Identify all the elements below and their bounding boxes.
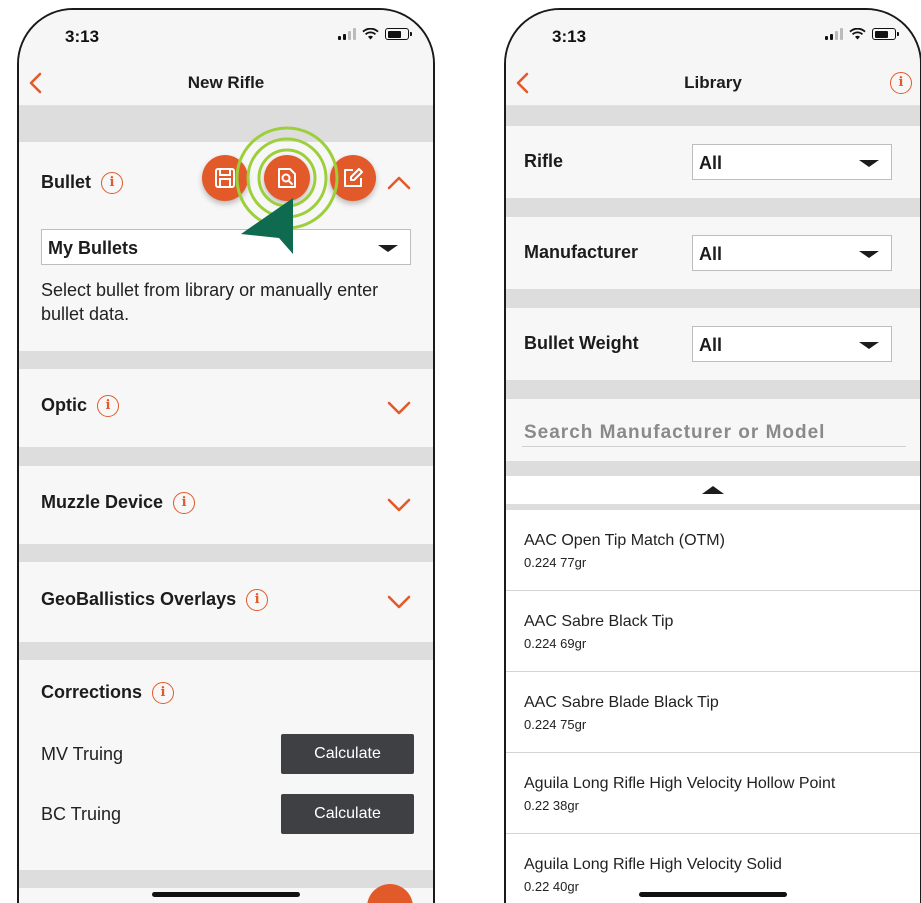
list-item[interactable]: AAC Sabre Black Tip 0.224 69gr [506,591,920,672]
dropdown-arrow-icon [859,160,879,167]
item-detail: 0.22 40gr [524,879,579,894]
search-underline [522,446,906,447]
dropdown-value: All [699,335,723,355]
wifi-icon [362,28,379,40]
status-icons [338,28,412,40]
corrections-heading: Corrections i [41,682,175,705]
item-detail: 0.22 38gr [524,798,579,813]
pointer-cursor-icon [241,198,293,254]
status-bar: 3:13 [506,10,920,60]
item-name: AAC Sabre Blade Black Tip [524,694,719,711]
muzzle-title: Muzzle Device [41,492,164,512]
muzzle-device-section[interactable]: Muzzle Device i [19,466,433,544]
list-item[interactable]: Aguila Long Rifle High Velocity Hollow P… [506,753,920,834]
nav-bar: New Rifle [19,60,433,106]
page-title: New Rifle [187,73,265,92]
library-content: Rifle All Manufacturer All Bullet Weight… [506,106,920,903]
battery-icon [872,28,899,40]
item-name: Aguila Long Rifle High Velocity Hollow P… [524,775,836,792]
chevron-down-icon[interactable] [387,498,411,512]
rifle-filter-row: Rifle All [506,126,920,198]
chevron-down-icon[interactable] [387,401,411,415]
info-icon[interactable]: i [97,395,120,418]
status-bar: 3:13 [19,10,433,60]
item-name: AAC Sabre Black Tip [524,613,674,630]
chevron-down-icon[interactable] [387,595,411,609]
overlays-title: GeoBallistics Overlays [41,589,237,609]
status-icons [825,28,899,40]
bullet-heading: Bullet i [41,172,124,195]
floating-action-button[interactable] [367,884,413,903]
page-title: Library [684,73,742,92]
manufacturer-filter-label: Manufacturer [524,242,639,262]
collapse-arrow-icon [702,486,724,494]
info-icon[interactable]: i [173,492,196,515]
corrections-section: Corrections i MV Truing Calculate BC Trui… [19,660,433,870]
optic-title: Optic [41,395,88,415]
bullet-weight-filter-row: Bullet Weight All [506,308,920,380]
home-indicator [152,892,300,897]
signal-icon [338,28,356,40]
info-icon[interactable]: i [152,682,175,705]
info-icon[interactable]: i [890,72,912,94]
bullet-source-dropdown[interactable]: My Bullets [41,229,411,265]
dropdown-value: All [699,244,723,264]
mv-truing-label: MV Truing [41,744,124,764]
battery-icon [385,28,412,40]
manufacturer-filter-row: Manufacturer All [506,217,920,289]
signal-icon [825,28,843,40]
status-time: 3:13 [552,27,587,46]
item-detail: 0.224 77gr [524,555,587,570]
wifi-icon [849,28,866,40]
dropdown-arrow-icon [378,245,398,252]
new-rifle-screen: 3:13 New Rifle Bullet i My Bullets Selec… [17,8,435,903]
dropdown-arrow-icon [859,342,879,349]
dropdown-value: My Bullets [48,238,139,258]
mv-truing-calculate-button[interactable]: Calculate [281,734,414,774]
edit-icon [344,168,363,187]
chevron-up-icon[interactable] [387,176,411,190]
list-item[interactable]: AAC Sabre Blade Black Tip 0.224 75gr [506,672,920,753]
list-item[interactable]: AAC Open Tip Match (OTM) 0.224 77gr [506,510,920,591]
collapse-bar[interactable] [506,476,920,504]
search-input[interactable]: Search Manufacturer or Model [524,422,825,444]
status-time: 3:13 [65,27,100,46]
item-detail: 0.224 69gr [524,636,587,651]
home-indicator [639,892,787,897]
form-content: Bullet i My Bullets Select bullet from l… [19,106,433,903]
optic-section[interactable]: Optic i [19,369,433,447]
geoballistics-overlays-section[interactable]: GeoBallistics Overlays i [19,562,433,642]
corrections-title: Corrections [41,682,143,702]
bullet-list: AAC Open Tip Match (OTM) 0.224 77gr AAC … [506,510,920,903]
bullet-description: Select bullet from library or manually e… [41,280,379,324]
bullet-section: Bullet i My Bullets Select bullet from l… [19,142,433,351]
muzzle-heading: Muzzle Device i [41,492,196,515]
search-row: Search Manufacturer or Model [506,399,920,461]
optic-heading: Optic i [41,395,120,418]
library-screen: 3:13 Library i Rifle All Manufacturer Al… [504,8,921,903]
rifle-filter-label: Rifle [524,151,564,171]
bc-truing-label: BC Truing [41,804,122,824]
item-name: AAC Open Tip Match (OTM) [524,532,725,549]
info-icon[interactable]: i [101,172,124,195]
item-name: Aguila Long Rifle High Velocity Solid [524,856,782,873]
bullet-weight-filter-dropdown[interactable]: All [692,326,892,362]
rifle-filter-dropdown[interactable]: All [692,144,892,180]
bullet-title: Bullet [41,172,92,192]
overlays-heading: GeoBallistics Overlays i [41,589,269,612]
manufacturer-filter-dropdown[interactable]: All [692,235,892,271]
bullet-weight-filter-label: Bullet Weight [524,333,639,353]
info-icon[interactable]: i [246,589,269,612]
bc-truing-calculate-button[interactable]: Calculate [281,794,414,834]
dropdown-arrow-icon [859,251,879,258]
item-detail: 0.224 75gr [524,717,587,732]
nav-bar: Library i [506,60,920,106]
dropdown-value: All [699,153,723,173]
